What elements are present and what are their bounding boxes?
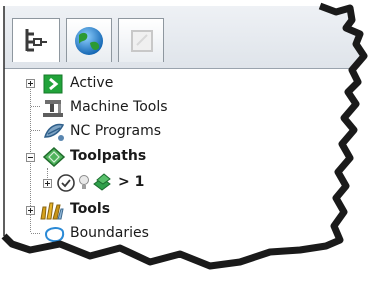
machine-tool-icon xyxy=(43,100,63,117)
tree-item-toolpaths[interactable]: Toolpaths xyxy=(0,145,200,169)
tree-item-toolpath-1[interactable]: > 1 xyxy=(0,171,200,195)
toolpath-status-icons xyxy=(93,173,111,191)
expand-toggle[interactable] xyxy=(43,179,52,188)
checkmark-circle-icon xyxy=(57,174,75,192)
tree-item-label: > 1 xyxy=(118,174,145,190)
tree-item-tools[interactable]: Tools xyxy=(0,198,200,222)
toolpaths-icon xyxy=(42,146,66,168)
tree-item-label: NC Programs xyxy=(70,123,162,139)
active-arrow-icon xyxy=(43,74,63,94)
tree-item-label: Tools xyxy=(70,201,111,217)
lightbulb-icon xyxy=(79,175,89,189)
explorer-tree: Active Machine Tools NC Programs Toolpat… xyxy=(0,0,379,281)
tree-item-active[interactable]: Active xyxy=(0,72,200,96)
collapse-toggle[interactable] xyxy=(26,153,35,162)
expand-toggle[interactable] xyxy=(26,206,35,215)
tree-item-label: Active xyxy=(70,75,114,91)
tools-icon xyxy=(40,202,64,220)
tree-item-label: Boundaries xyxy=(70,225,149,241)
tree-item-boundaries[interactable]: Boundaries xyxy=(0,222,200,246)
expand-toggle[interactable] xyxy=(26,79,35,88)
tree-item-label: Machine Tools xyxy=(70,99,168,115)
boundary-icon xyxy=(44,227,65,243)
nc-programs-icon xyxy=(43,123,65,141)
tree-item-nc-programs[interactable]: NC Programs xyxy=(0,120,200,144)
tree-item-label: Toolpaths xyxy=(70,148,147,164)
tree-item-machine-tools[interactable]: Machine Tools xyxy=(0,96,200,120)
